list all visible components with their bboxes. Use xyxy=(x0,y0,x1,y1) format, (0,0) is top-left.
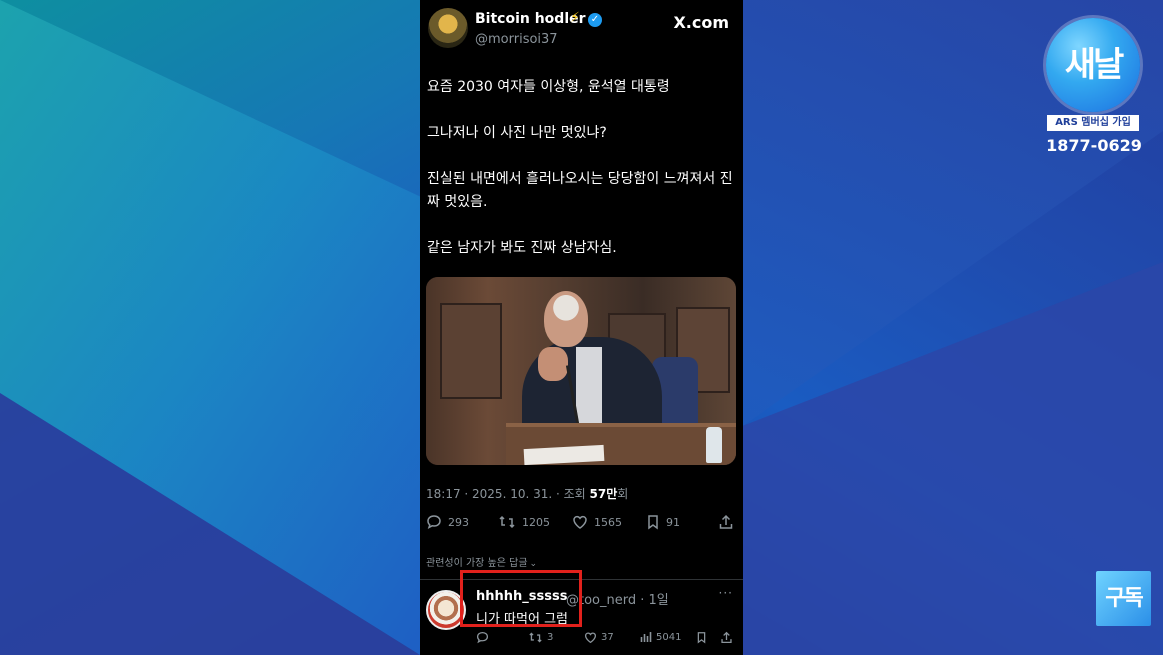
share-icon xyxy=(720,631,733,644)
bookmark-button[interactable]: 91 xyxy=(646,514,680,530)
tweet-paragraph: 같은 남자가 봐도 진짜 상남자심. xyxy=(427,240,617,256)
repost-icon xyxy=(498,514,516,530)
tweet-view-suffix: 회 xyxy=(617,487,629,501)
red-highlight-box xyxy=(460,570,582,627)
tweet-body: 요즘 2030 여자들 이상형, 윤석열 대통령 그나저나 이 사진 나만 멋있… xyxy=(427,76,739,283)
reply-bubble-icon xyxy=(426,514,442,530)
ars-phone-number: 1877-0629 xyxy=(1046,136,1142,155)
like-button[interactable]: 1565 xyxy=(572,514,622,530)
reply-views-button[interactable]: 5041 xyxy=(640,631,681,643)
author-handle[interactable]: @morrisoi37 xyxy=(475,32,558,47)
tweet-action-bar: 293 1205 1565 91 xyxy=(426,514,736,534)
verified-badge-icon: ✓ xyxy=(588,13,602,27)
bar-chart-icon xyxy=(640,631,652,643)
bookmark-icon xyxy=(646,514,660,530)
tweet-photo[interactable] xyxy=(426,277,736,465)
lightning-emoji-icon: ⚡ xyxy=(570,10,580,26)
share-button[interactable] xyxy=(718,514,734,530)
reply-reply-button[interactable] xyxy=(476,631,489,644)
reply-repost-count: 3 xyxy=(547,632,554,643)
like-count: 1565 xyxy=(594,515,622,529)
author-name[interactable]: Bitcoin hodler xyxy=(475,11,586,27)
photo-person-hand xyxy=(538,347,568,381)
more-options-icon[interactable]: ··· xyxy=(719,586,733,600)
reply-repost-button[interactable]: 3 xyxy=(528,631,553,644)
reply-sort-label: 관련성이 가장 높은 답글 xyxy=(426,558,528,569)
channel-logo: 새날 xyxy=(1046,18,1140,112)
tweet-view-count: 57만 xyxy=(589,487,618,501)
tweet-meta: 18:17 · 2025. 10. 31. · 조회 57만회 xyxy=(426,485,628,502)
reply-view-count: 5041 xyxy=(656,631,682,643)
reply-bubble-icon xyxy=(476,631,489,644)
reply-action-bar: 3 37 5041 xyxy=(476,631,734,649)
repost-button[interactable]: 1205 xyxy=(498,514,550,530)
bookmark-icon xyxy=(696,631,707,644)
reply-bookmark-button[interactable] xyxy=(696,631,707,644)
heart-icon xyxy=(572,514,588,530)
site-logo: X.com xyxy=(673,13,729,32)
repost-icon xyxy=(528,631,543,644)
photo-person-head xyxy=(544,291,588,347)
reply-share-button[interactable] xyxy=(720,631,733,644)
share-icon xyxy=(718,514,734,530)
ars-membership-label: ARS 멤버십 가입 xyxy=(1047,115,1139,131)
photo-person-shirt xyxy=(576,347,602,427)
photo-wall-panel xyxy=(440,303,502,399)
chevron-down-icon: ⌄ xyxy=(529,559,538,569)
reply-count: 293 xyxy=(448,515,469,529)
tweet-screenshot-panel: Bitcoin hodler ⚡ ✓ @morrisoi37 X.com 요즘 … xyxy=(420,0,743,655)
repost-count: 1205 xyxy=(522,515,550,529)
bookmark-count: 91 xyxy=(666,515,680,529)
reply-like-count: 37 xyxy=(601,632,614,643)
reply-sort-dropdown[interactable]: 관련성이 가장 높은 답글 ⌄ xyxy=(426,554,537,569)
tweet-paragraph: 요즘 2030 여자들 이상형, 윤석열 대통령 xyxy=(427,79,670,95)
reply-like-button[interactable]: 37 xyxy=(584,631,614,644)
subscribe-button[interactable]: 구독 xyxy=(1096,571,1151,626)
tweet-timestamp: 18:17 · 2025. 10. 31. · 조회 xyxy=(426,487,590,501)
reply-button[interactable]: 293 xyxy=(426,514,469,530)
heart-icon xyxy=(584,631,597,644)
photo-water-bottle xyxy=(706,427,722,463)
tweet-paragraph: 그나저나 이 사진 나만 멋있냐? xyxy=(427,125,607,141)
author-avatar[interactable] xyxy=(428,8,468,48)
tweet-paragraph: 진실된 내면에서 흘러나오시는 당당함이 느껴져서 진짜 멋있음. xyxy=(427,171,733,210)
